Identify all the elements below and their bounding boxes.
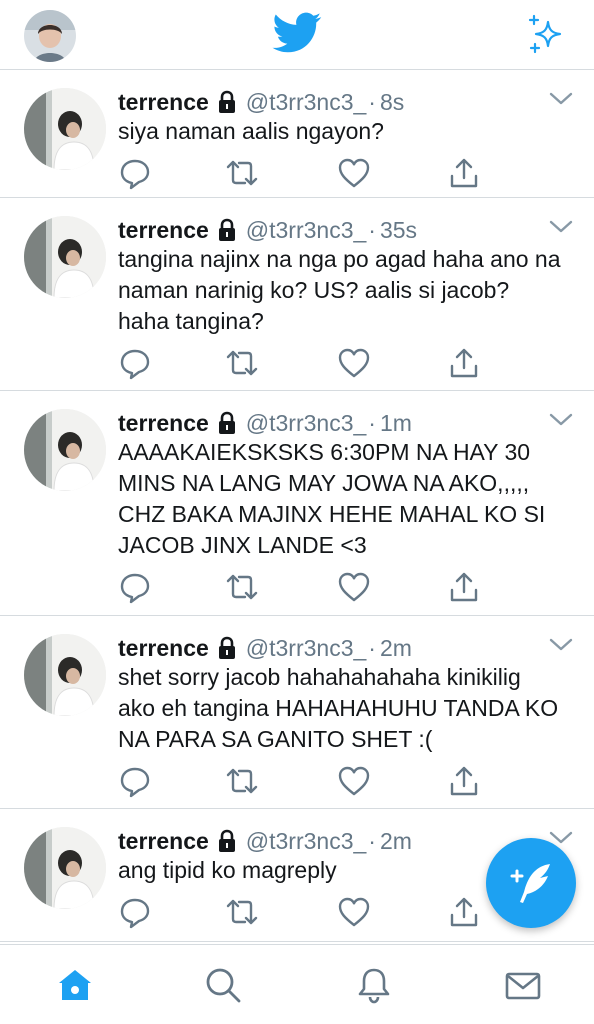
tweet-text: tangina najinx na nga po agad haha ano n… (118, 246, 561, 334)
avatar[interactable] (24, 634, 106, 716)
share-icon[interactable] (447, 764, 481, 798)
compose-button[interactable] (486, 838, 576, 928)
separator-dot: · (368, 409, 376, 436)
compose-icon (510, 864, 550, 903)
timestamp: 35s (379, 216, 418, 243)
lock-icon (216, 829, 238, 853)
bottom-tab-bar (0, 944, 594, 1024)
handle[interactable]: @t3rr3nc3_ (246, 410, 367, 437)
tweet-actions (118, 346, 478, 380)
handle[interactable]: @t3rr3nc3_ (246, 89, 367, 116)
tweet-actions (118, 764, 478, 798)
timeline: terrence @t3rr3nc3_ · 8s siya naman aali… (0, 70, 594, 942)
tweet-header: terrence @t3rr3nc3_ · 1m (118, 407, 412, 439)
tweet-actions (118, 156, 478, 190)
notifications-icon[interactable] (354, 965, 394, 1005)
lock-icon (216, 636, 238, 660)
sparkle-icon[interactable] (526, 14, 570, 54)
share-icon[interactable] (447, 346, 481, 380)
chevron-down-icon[interactable] (548, 218, 574, 236)
tweet-text: shet sorry jacob hahahahahaha kinikilig … (118, 664, 559, 752)
separator-dot: · (368, 216, 376, 243)
timestamp: 1m (379, 409, 412, 436)
like-icon[interactable] (337, 764, 371, 798)
tweet[interactable]: terrence @t3rr3nc3_ · 8s siya naman aali… (0, 70, 594, 198)
tweet[interactable]: terrence @t3rr3nc3_ · 1m AAAAKAIEKSKSKS … (0, 391, 594, 616)
like-icon[interactable] (337, 570, 371, 604)
home-icon[interactable] (55, 965, 95, 1005)
reply-icon[interactable] (118, 764, 152, 798)
timestamp: 8s (379, 88, 405, 115)
tweet[interactable]: terrence @t3rr3nc3_ · 35s tangina najinx… (0, 198, 594, 391)
chevron-down-icon[interactable] (548, 90, 574, 108)
tweet-header: terrence @t3rr3nc3_ · 2m (118, 632, 412, 664)
avatar[interactable] (24, 216, 106, 298)
chevron-down-icon[interactable] (548, 636, 574, 654)
tweet[interactable]: terrence @t3rr3nc3_ · 2m shet sorry jaco… (0, 616, 594, 809)
avatar[interactable] (24, 88, 106, 170)
reply-icon[interactable] (118, 570, 152, 604)
tweet-actions (118, 570, 478, 604)
like-icon[interactable] (337, 346, 371, 380)
reply-icon[interactable] (118, 895, 152, 929)
tweet-actions (118, 895, 478, 929)
display-name[interactable]: terrence (118, 217, 209, 244)
separator-dot: · (368, 88, 376, 115)
tweet-text: siya naman aalis ngayon? (118, 118, 384, 144)
twitter-bird-icon[interactable] (272, 12, 322, 56)
timestamp: 2m (379, 827, 412, 854)
timestamp: 2m (379, 634, 412, 661)
tweet-text: AAAAKAIEKSKSKS 6:30PM NA HAY 30 MINS NA … (118, 439, 546, 558)
retweet-icon[interactable] (225, 346, 259, 380)
top-bar (0, 0, 594, 70)
share-icon[interactable] (447, 570, 481, 604)
reply-icon[interactable] (118, 156, 152, 190)
reply-icon[interactable] (118, 346, 152, 380)
search-icon[interactable] (203, 965, 243, 1005)
like-icon[interactable] (337, 156, 371, 190)
tweet-header: terrence @t3rr3nc3_ · 2m (118, 825, 412, 857)
display-name[interactable]: terrence (118, 828, 209, 855)
lock-icon (216, 411, 238, 435)
share-icon[interactable] (447, 895, 481, 929)
tweet-header: terrence @t3rr3nc3_ · 35s (118, 214, 417, 246)
profile-avatar[interactable] (24, 10, 76, 62)
lock-icon (216, 218, 238, 242)
messages-icon[interactable] (503, 965, 543, 1005)
share-icon[interactable] (447, 156, 481, 190)
handle[interactable]: @t3rr3nc3_ (246, 635, 367, 662)
tweet-header: terrence @t3rr3nc3_ · 8s (118, 86, 404, 118)
like-icon[interactable] (337, 895, 371, 929)
avatar[interactable] (24, 409, 106, 491)
retweet-icon[interactable] (225, 570, 259, 604)
separator-dot: · (368, 827, 376, 854)
retweet-icon[interactable] (225, 764, 259, 798)
handle[interactable]: @t3rr3nc3_ (246, 828, 367, 855)
avatar[interactable] (24, 827, 106, 909)
display-name[interactable]: terrence (118, 410, 209, 437)
chevron-down-icon[interactable] (548, 411, 574, 429)
retweet-icon[interactable] (225, 156, 259, 190)
separator-dot: · (368, 634, 376, 661)
handle[interactable]: @t3rr3nc3_ (246, 217, 367, 244)
display-name[interactable]: terrence (118, 89, 209, 116)
display-name[interactable]: terrence (118, 635, 209, 662)
lock-icon (216, 90, 238, 114)
retweet-icon[interactable] (225, 895, 259, 929)
